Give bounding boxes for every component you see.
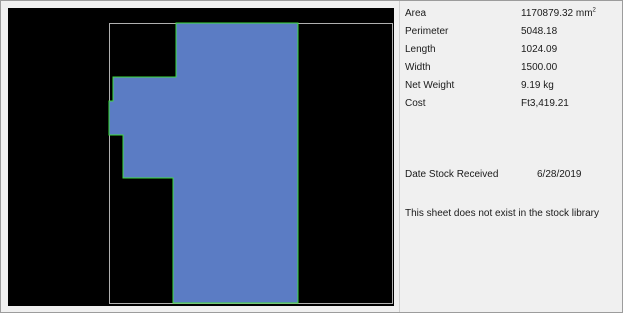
property-label: Net Weight: [405, 80, 455, 91]
property-label: Perimeter: [405, 26, 449, 37]
part-preview-svg: [8, 8, 394, 306]
property-value: Ft3,419.21: [521, 98, 569, 109]
property-value: 6/28/2019: [537, 169, 582, 180]
property-label: Area: [405, 8, 427, 19]
property-label: Cost: [405, 98, 426, 109]
property-value: 9.19 kg: [521, 80, 554, 91]
panel-divider: [399, 1, 400, 312]
property-label: Width: [405, 62, 431, 73]
property-value: 1500.00: [521, 62, 558, 73]
stock-library-note: This sheet does not exist in the stock l…: [405, 208, 599, 219]
part-preview-canvas[interactable]: [8, 8, 394, 306]
property-value: 1024.09: [521, 44, 558, 55]
property-value: 1170879.32 mm2: [521, 7, 596, 19]
property-value: 5048.18: [521, 26, 558, 37]
part-properties-panel: Area 1170879.32 mm2 Perimeter 5048.18 Le…: [0, 0, 623, 313]
properties-list: Area 1170879.32 mm2 Perimeter 5048.18 Le…: [401, 1, 622, 312]
property-label: Length: [405, 44, 436, 55]
property-label: Date Stock Received: [405, 169, 499, 180]
